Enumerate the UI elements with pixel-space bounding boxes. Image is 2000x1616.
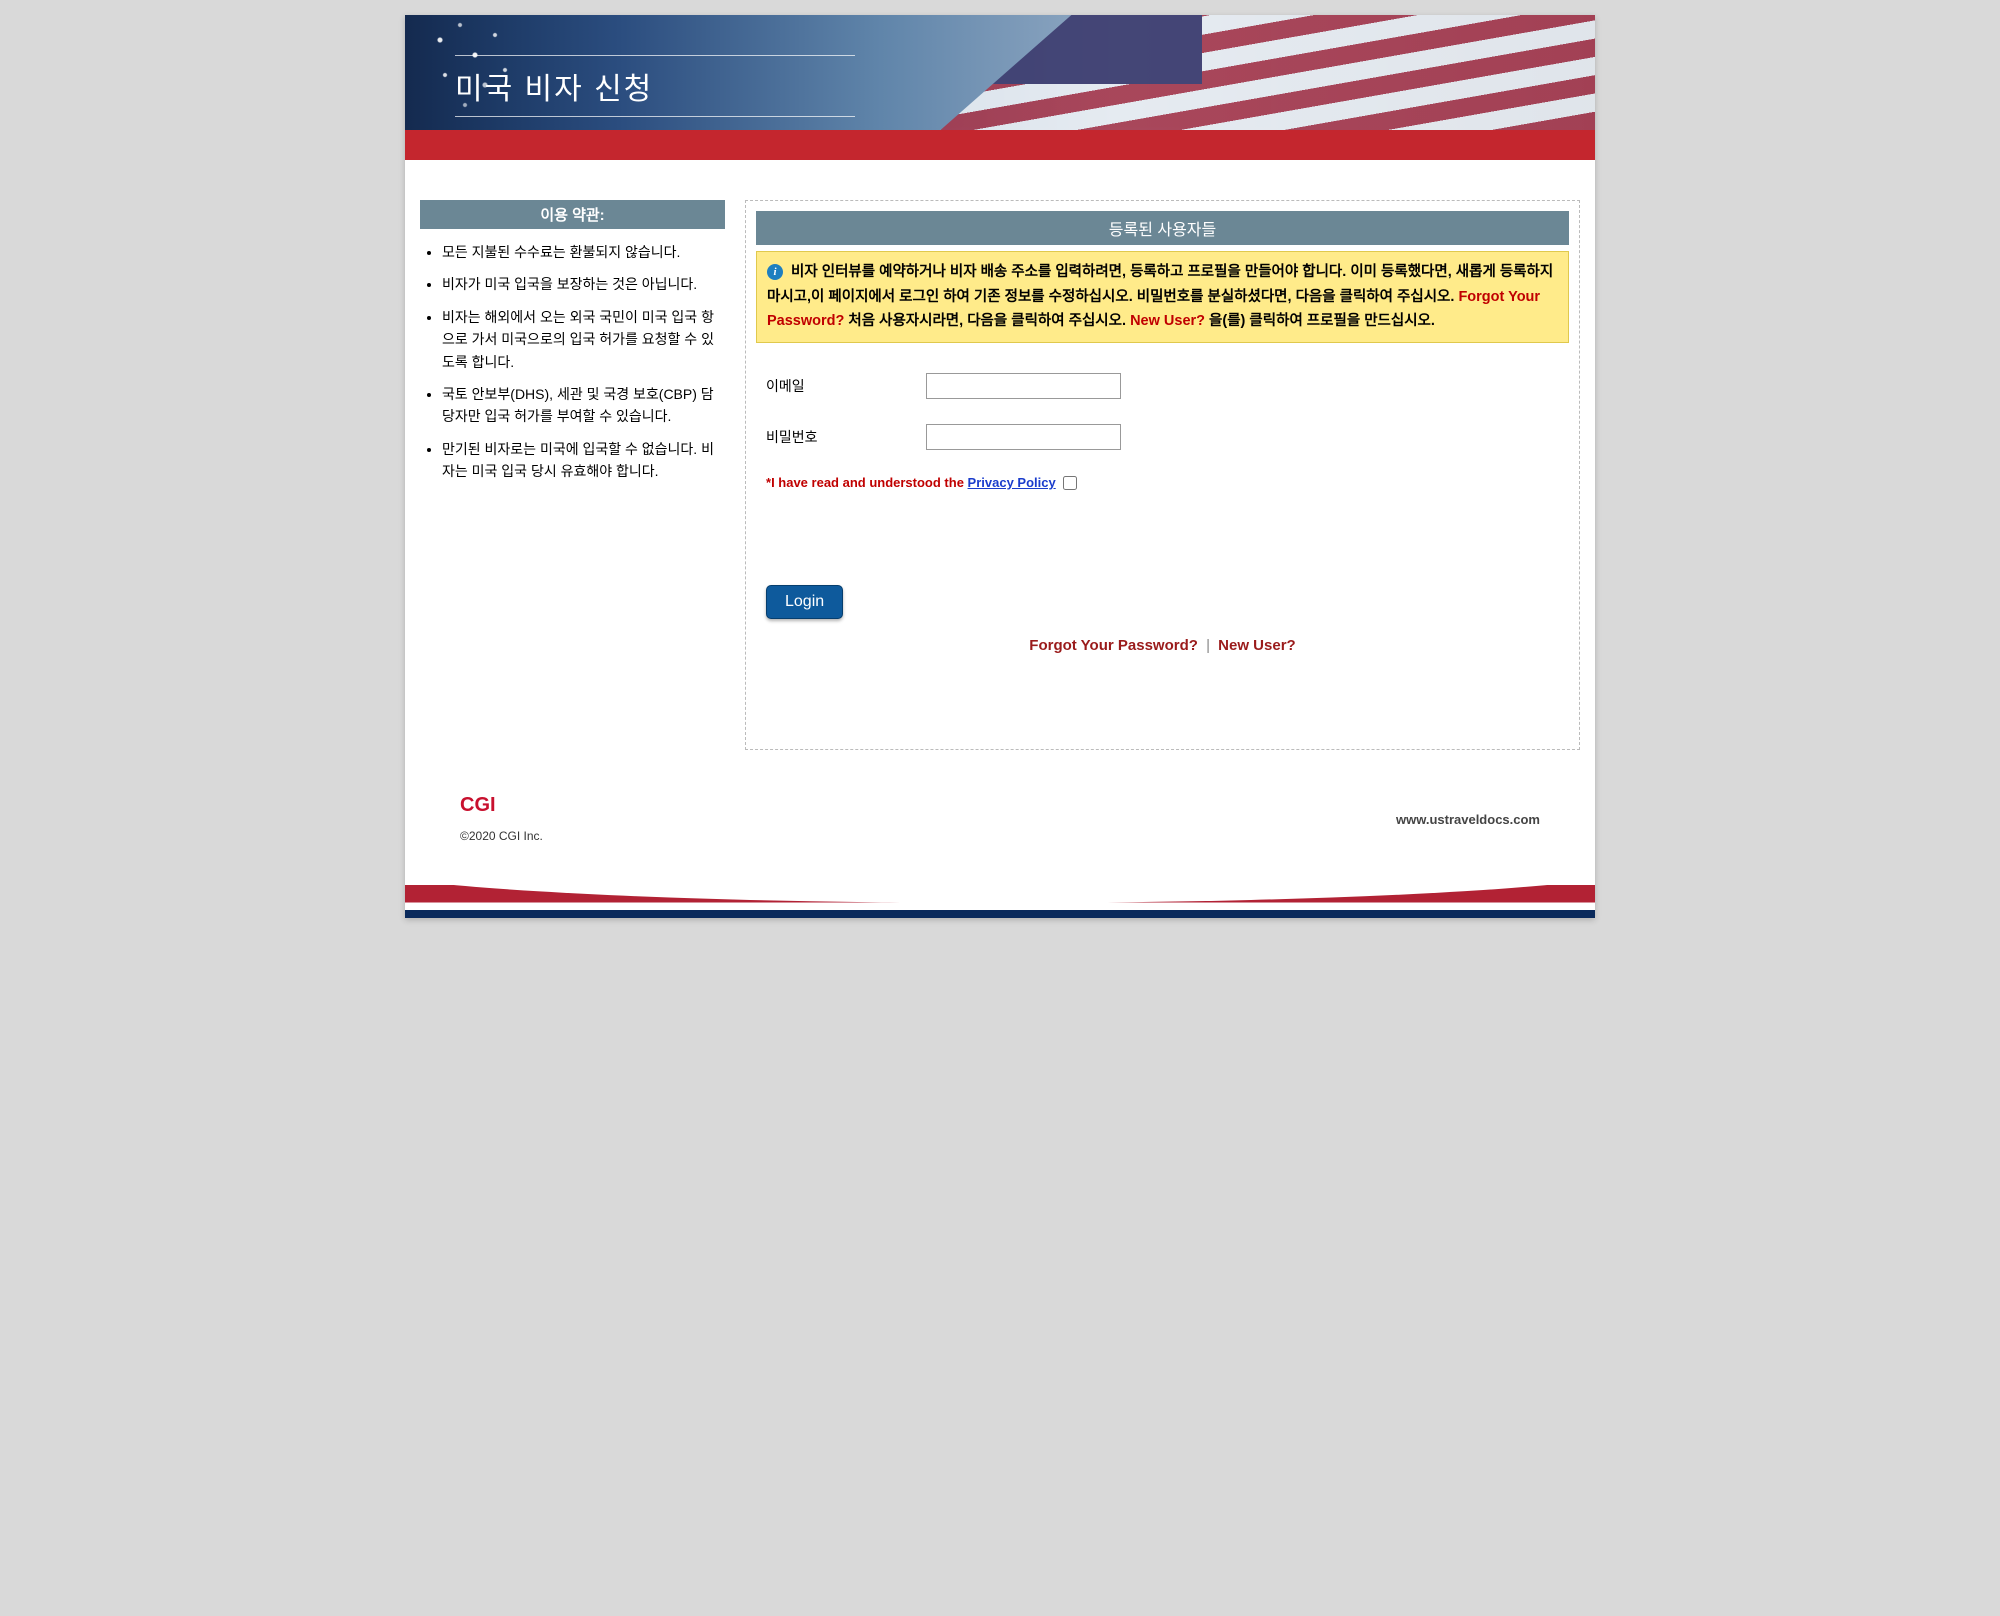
forgot-password-link[interactable]: Forgot Your Password? [1029,637,1198,654]
privacy-checkbox[interactable] [1063,476,1077,490]
panel-header: 등록된 사용자들 [756,211,1569,245]
privacy-text: I have read and understood the [771,475,967,490]
copyright-text: ©2020 CGI Inc. [460,829,543,843]
login-panel: 등록된 사용자들 i 비자 인터뷰를 예약하거나 비자 배송 주소를 입력하려면… [745,200,1580,750]
info-text-mid: 처음 사용자시라면, 다음을 클릭하여 주십시오. [848,313,1130,329]
terms-header: 이용 약관: [420,200,725,229]
password-input[interactable] [926,424,1121,450]
info-text-post2: 클릭하여 프로필을 만드십시오. [1249,313,1435,329]
privacy-row: *I have read and understood the Privacy … [766,475,1559,491]
page-container: 미국 비자 신청 이용 약관: 모든 지불된 수수료는 환불되지 않습니다. 비… [405,15,1595,918]
red-divider-bar [405,130,1595,160]
login-form: 이메일 비밀번호 *I have read and understood the… [756,343,1569,665]
footer: CGI ©2020 CGI Inc. www.ustraveldocs.com [405,780,1595,863]
password-row: 비밀번호 [766,424,1559,450]
info-icon: i [767,264,783,280]
info-text-post1: 을(를) [1209,313,1249,329]
privacy-policy-link[interactable]: Privacy Policy [968,475,1056,490]
terms-item: 만기된 비자로는 미국에 입국할 수 없습니다. 비자는 미국 입국 당시 유효… [442,438,717,483]
content-area: 이용 약관: 모든 지불된 수수료는 환불되지 않습니다. 비자가 미국 입국을… [405,160,1595,780]
page-title: 미국 비자 신청 [455,55,855,117]
cgi-logo: CGI [460,794,543,817]
terms-item: 국토 안보부(DHS), 세관 및 국경 보호(CBP) 담당자만 입국 허가를… [442,383,717,428]
password-label: 비밀번호 [766,427,926,447]
info-text-pre: 비자 인터뷰를 예약하거나 비자 배송 주소를 입력하려면, 등록하고 프로필을… [767,264,1553,305]
terms-item: 비자가 미국 입국을 보장하는 것은 아닙니다. [442,273,717,295]
link-separator: | [1206,637,1210,654]
terms-list: 모든 지불된 수수료는 환불되지 않습니다. 비자가 미국 입국을 보장하는 것… [420,229,725,483]
info-message: i 비자 인터뷰를 예약하거나 비자 배송 주소를 입력하려면, 등록하고 프로… [756,251,1569,343]
login-button[interactable]: Login [766,585,843,619]
sidebar: 이용 약관: 모든 지불된 수수료는 환불되지 않습니다. 비자가 미국 입국을… [420,200,725,750]
email-row: 이메일 [766,373,1559,399]
header-banner: 미국 비자 신청 [405,15,1595,130]
banner-flag-graphic [941,15,1596,130]
info-newuser-link-text: New User? [1130,313,1205,329]
email-label: 이메일 [766,376,926,396]
footer-url: www.ustraveldocs.com [1396,812,1540,827]
footer-left: CGI ©2020 CGI Inc. [460,794,543,843]
auth-links-row: Forgot Your Password? | New User? [766,637,1559,654]
terms-item: 비자는 해외에서 오는 외국 국민이 미국 입국 항으로 가서 미국으로의 입국… [442,306,717,373]
footer-wave-graphic [405,863,1595,918]
new-user-link[interactable]: New User? [1218,637,1296,654]
terms-item: 모든 지불된 수수료는 환불되지 않습니다. [442,241,717,263]
email-input[interactable] [926,373,1121,399]
